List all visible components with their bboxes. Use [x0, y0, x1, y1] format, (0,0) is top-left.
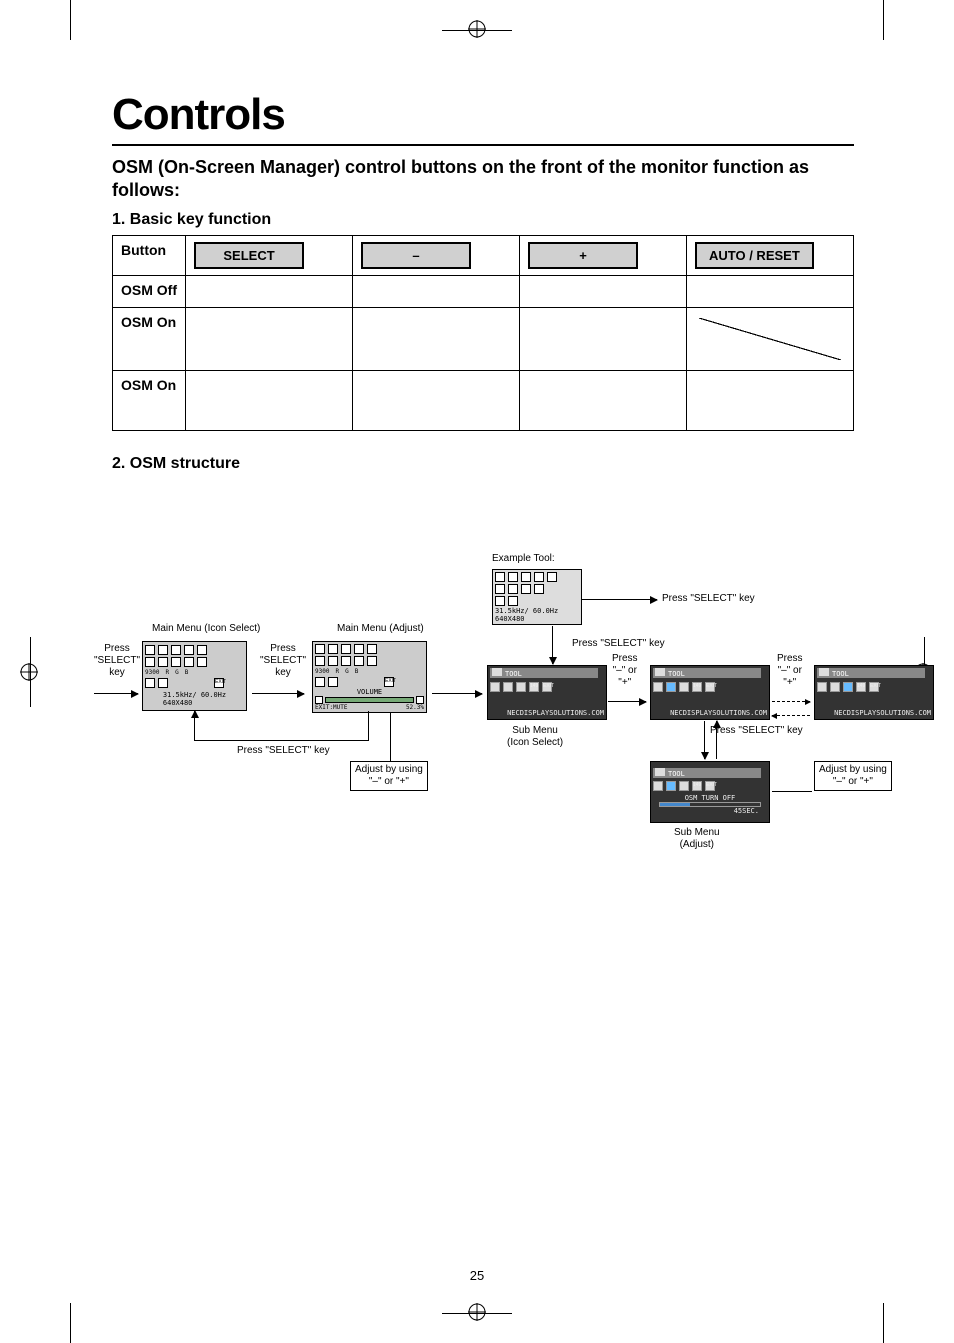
dotted-arrow-icon [772, 715, 810, 716]
press-minus-plus-label: Press "–" or "+" [612, 653, 638, 689]
sub-menu-adjust-label: Sub Menu (Adjust) [674, 827, 720, 851]
adjust-by-label: Adjust by using "–" or "+" [350, 761, 428, 791]
press-select-label: Press "SELECT" key [662, 593, 755, 605]
arrow-down-icon [704, 721, 705, 759]
press-select-key-label: Press "SELECT" key [260, 643, 306, 679]
dotted-arrow-icon [772, 701, 810, 702]
volume-text: VOLUME [357, 688, 382, 696]
crop-mark-bottom [457, 1293, 497, 1333]
corner-mark [70, 0, 71, 40]
arrow-icon [432, 693, 482, 694]
main-menu-icon-label: Main Menu (Icon Select) [152, 623, 260, 635]
button-table: Button SELECT – + AUTO / RESET OSM Off O… [112, 235, 854, 431]
press-select-key-label: Press "SELECT" key [94, 643, 140, 679]
tool-text: TOOL [668, 670, 685, 678]
osm-diagram: Example Tool: 31.5kHz/ 60.0Hz 640X480 Pr… [112, 513, 872, 993]
corner-mark [883, 1303, 884, 1343]
connector-line [772, 791, 812, 792]
press-select-label: Press "SELECT" key [237, 745, 330, 757]
osm-main-adjust-screenshot: 9300RGB EXIT VOLUME EXIT:MUTE52.3% [312, 641, 427, 713]
row-label: OSM On [113, 307, 186, 370]
select-button-label: SELECT [194, 242, 304, 269]
tool-text: TOOL [832, 670, 849, 678]
th-button: Button [113, 235, 186, 275]
row-label: OSM Off [113, 275, 186, 307]
mute-text: EXIT:MUTE [315, 704, 348, 711]
freq-text: 31.5kHz/ 60.0Hz 640X480 [495, 607, 558, 623]
page-number: 25 [470, 1268, 484, 1283]
press-minus-plus-label: Press "–" or "+" [777, 653, 803, 689]
tool-text: TOOL [505, 670, 522, 678]
connector-line [390, 713, 391, 761]
title-underline [112, 144, 854, 146]
arrow-icon [94, 693, 138, 694]
adjust-by-label: Adjust by using "–" or "+" [814, 761, 892, 791]
table-row: OSM Off [113, 275, 854, 307]
row-label: OSM On [113, 370, 186, 430]
url-text: NECDISPLAYSOLUTIONS.COM [670, 709, 767, 717]
press-select-label: Press "SELECT" key [710, 725, 803, 737]
auto-reset-button-label: AUTO / RESET [695, 242, 814, 269]
subtitle: OSM (On-Screen Manager) control buttons … [112, 156, 854, 203]
osm-sub-mid-screenshot: TOOL 149EXIT NECDISPLAYSOLUTIONS.COM [650, 665, 770, 720]
example-tool-label: Example Tool: [492, 553, 555, 565]
osm-example-screenshot: 31.5kHz/ 60.0Hz 640X480 [492, 569, 582, 625]
table-row: OSM On [113, 370, 854, 430]
arrow-down-icon [552, 626, 553, 664]
th-plus: + [520, 235, 687, 275]
arrow-icon [252, 693, 304, 694]
url-text: NECDISPLAYSOLUTIONS.COM [834, 709, 931, 717]
sec-text: 45SEC. [734, 807, 759, 815]
minus-button-label: – [361, 242, 471, 269]
page-title: Controls [112, 90, 854, 140]
freq-text: 31.5kHz/ 60.0Hz 640X480 [163, 691, 226, 707]
table-row: OSM On [113, 307, 854, 370]
pct-text: 52.3% [406, 704, 424, 711]
url-text: NECDISPLAYSOLUTIONS.COM [507, 709, 604, 717]
main-menu-adjust-label: Main Menu (Adjust) [337, 623, 424, 635]
loop-line [194, 711, 369, 741]
section2-header: 2. OSM structure [112, 455, 854, 473]
tool-text: TOOL [668, 770, 685, 778]
osm-main-icon-screenshot: 9300RGB EXIT 31.5kHz/ 60.0Hz 640X480 [142, 641, 247, 711]
th-auto: AUTO / RESET [687, 235, 854, 275]
arrow-up-icon [716, 721, 717, 759]
plus-button-label: + [528, 242, 638, 269]
sub-menu-icon-label: Sub Menu (Icon Select) [507, 725, 563, 749]
osm-sub-right-screenshot: TOOL 149EXIT NECDISPLAYSOLUTIONS.COM [814, 665, 934, 720]
osm-off-text: OSM TURN OFF [685, 794, 736, 802]
corner-mark [883, 0, 884, 40]
th-select: SELECT [186, 235, 353, 275]
arrow-icon [608, 701, 646, 702]
press-select-label: Press "SELECT" key [572, 638, 665, 650]
no-action-cell [687, 307, 854, 370]
arrow-icon [582, 599, 657, 600]
osm-sub-icon-screenshot: TOOL 149EXIT NECDISPLAYSOLUTIONS.COM [487, 665, 607, 720]
th-minus: – [353, 235, 520, 275]
section1-header: 1. Basic key function [112, 211, 854, 229]
arrow-up-icon [194, 711, 195, 712]
corner-mark [70, 1303, 71, 1343]
osm-sub-adjust-screenshot: TOOL 149EXIT OSM TURN OFF 45SEC. [650, 761, 770, 823]
